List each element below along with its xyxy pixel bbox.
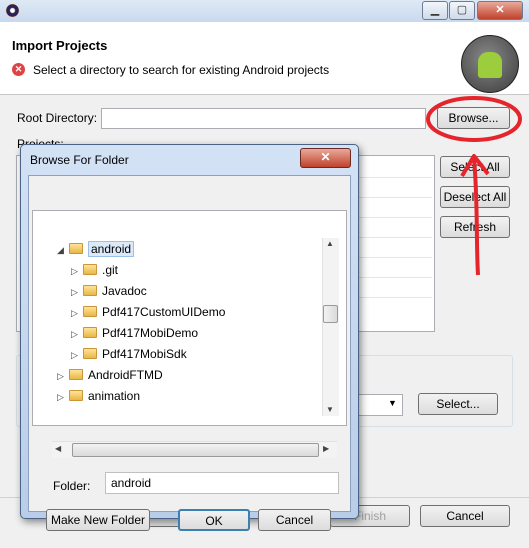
scroll-right-icon[interactable]: ▶ — [323, 444, 329, 453]
collapsed-triangle-icon[interactable]: ▷ — [57, 366, 69, 386]
browse-folder-dialog: Browse For Folder ✕ ◢ android ▷ .git ▷ Javado… — [20, 144, 359, 531]
ok-button[interactable]: OK — [178, 509, 250, 531]
tree-item[interactable]: ▷ .git — [71, 260, 326, 280]
minimize-button[interactable]: ▁ — [422, 1, 448, 20]
window-close-button[interactable]: ✕ — [477, 1, 523, 20]
folder-icon — [83, 306, 97, 318]
folder-tree[interactable]: ◢ android ▷ .git ▷ Javadoc ▷ Pdf417CustomUIDemo… — [32, 210, 347, 426]
scroll-left-icon[interactable]: ◀ — [55, 444, 61, 453]
tree-scroll-thumb[interactable] — [323, 305, 338, 323]
expanded-triangle-icon[interactable]: ◢ — [57, 240, 69, 260]
folder-icon — [69, 390, 83, 402]
tree-item[interactable]: ▷ Pdf417MobiDemo — [71, 323, 326, 343]
dialog-title: Browse For Folder — [30, 153, 129, 167]
tree-item[interactable]: ▷ animation — [57, 386, 312, 406]
eclipse-icon — [6, 4, 19, 17]
folder-icon — [69, 369, 83, 381]
tree-item-label: .git — [102, 263, 119, 277]
folder-label: Folder: — [53, 479, 91, 493]
dialog-cancel-button[interactable]: Cancel — [258, 509, 331, 531]
tree-item[interactable]: ▷ Pdf417CustomUIDemo — [71, 302, 326, 322]
tree-item-label: AndroidFTMD — [88, 368, 163, 382]
collapsed-triangle-icon[interactable]: ▷ — [71, 261, 83, 281]
tree-item-label: Pdf417MobiSdk — [102, 347, 187, 361]
folder-icon — [69, 243, 83, 255]
folder-icon — [83, 327, 97, 339]
page-title: Import Projects — [12, 38, 108, 53]
collapsed-triangle-icon[interactable]: ▷ — [71, 345, 83, 365]
collapsed-triangle-icon[interactable]: ▷ — [71, 303, 83, 323]
dialog-body: ◢ android ▷ .git ▷ Javadoc ▷ Pdf417CustomUIDemo… — [28, 175, 351, 531]
root-directory-input[interactable] — [101, 108, 426, 129]
collapsed-triangle-icon[interactable]: ▷ — [71, 282, 83, 302]
root-directory-label: Root Directory: — [17, 111, 98, 125]
tree-item-label: Pdf417CustomUIDemo — [102, 305, 226, 319]
error-icon: ✕ — [12, 63, 25, 76]
scroll-up-icon[interactable]: ▲ — [326, 239, 334, 248]
tree-item[interactable]: ▷ Javadoc — [71, 281, 326, 301]
cancel-button[interactable]: Cancel — [420, 505, 510, 527]
deselect-all-button[interactable]: Deselect All — [440, 186, 510, 208]
error-message: Select a directory to search for existin… — [33, 63, 330, 77]
tree-item[interactable]: ▷ AndroidFTMD — [57, 365, 312, 385]
tree-item-label: Pdf417MobiDemo — [102, 326, 199, 340]
tree-item[interactable]: ◢ android — [57, 239, 312, 259]
folder-icon — [83, 285, 97, 297]
folder-icon — [83, 264, 97, 276]
android-robot-icon — [478, 52, 502, 78]
scroll-down-icon[interactable]: ▼ — [326, 405, 334, 414]
tree-vertical-scrollbar[interactable] — [322, 238, 339, 416]
collapsed-triangle-icon[interactable]: ▷ — [57, 387, 69, 407]
tree-item-label: animation — [88, 389, 141, 403]
tree-hscroll-thumb[interactable] — [72, 443, 319, 457]
tree-item-label: Javadoc — [102, 284, 147, 298]
dialog-close-button[interactable]: ✕ — [300, 148, 351, 168]
browse-button[interactable]: Browse... — [437, 107, 510, 129]
collapsed-triangle-icon[interactable]: ▷ — [71, 324, 83, 344]
tree-item[interactable]: ▷ Pdf417MobiSdk — [71, 344, 326, 364]
make-new-folder-button[interactable]: Make New Folder — [46, 509, 150, 531]
folder-input[interactable]: android — [105, 472, 339, 494]
tree-item-label: android — [88, 241, 135, 257]
select-all-button[interactable]: Select All — [440, 156, 510, 178]
refresh-button[interactable]: Refresh — [440, 216, 510, 238]
folder-icon — [83, 348, 97, 360]
chevron-down-icon: ▼ — [388, 398, 397, 408]
select-button[interactable]: Select... — [418, 393, 498, 415]
wizard-header — [0, 22, 529, 95]
maximize-button[interactable]: ▢ — [449, 1, 475, 20]
